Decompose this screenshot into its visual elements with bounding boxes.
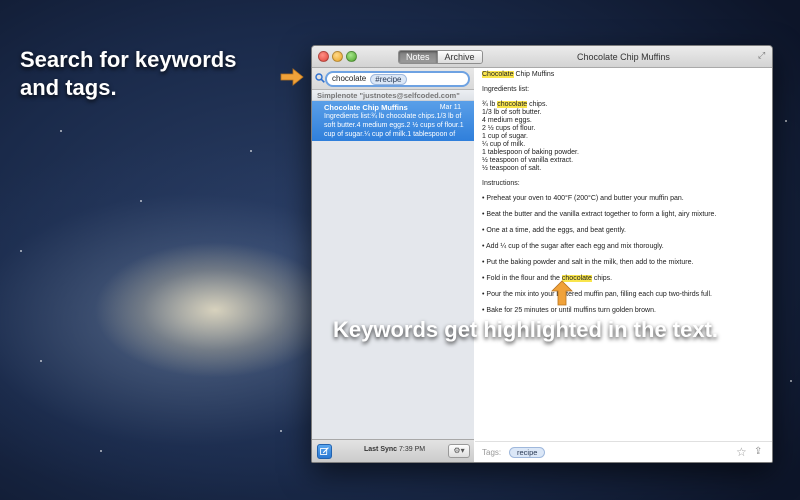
search-tag-token[interactable]: #recipe [370,73,407,85]
note-title-rest: Chip Muffins [513,71,555,78]
fullscreen-icon[interactable]: ⤢ [758,50,768,60]
star-dot [20,250,22,252]
promo-search-caption: Search for keywords and tags. [20,47,237,100]
ingredient-line: 4 medium eggs. [482,117,532,124]
tags-bar: Tags: recipe ☆ ⇪ [475,441,772,462]
instruction-step: Pour the mix into your buttered muffin p… [482,291,765,299]
keyword-highlight: Chocolate [482,71,514,78]
ingredient-line: 1/3 lb of soft butter. [482,109,542,116]
star-dot [790,380,792,382]
star-dot [250,150,252,152]
ingredient-line: ½ teaspoon of salt. [482,165,542,172]
ingredient-line: 2 ½ cups of flour. [482,125,536,132]
sidebar-footer: Last Sync 7:39 PM ⚙▾ [312,439,474,462]
instruction-step: One at a time, add the eggs, and beat ge… [482,227,765,235]
star-dot [280,430,282,432]
ingredients-list: ¾ lb chocolate chips. 1/3 lb of soft but… [482,101,765,173]
instructions-heading: Instructions: [482,180,520,187]
new-note-icon [320,447,329,455]
last-sync-label: Last Sync [364,446,398,453]
star-dot [785,120,787,122]
account-header: Simplenote "justnotes@selfcoded.com" [312,90,474,101]
ingredient-text: ¾ lb [482,101,498,108]
tab-notes[interactable]: Notes [399,51,437,63]
last-sync-time: 7:39 PM [399,446,426,453]
note-title-line: Chocolate Chip Muffins [482,71,765,79]
close-window-button[interactable] [318,51,329,62]
star-dot [60,130,62,132]
ingredient-line: 1 tablespoon of baking powder. [482,149,579,156]
tag-token[interactable]: recipe [509,447,546,458]
notes-list: Simplenote "justnotes@selfcoded.com" Cho… [312,90,474,439]
new-note-button[interactable] [317,444,332,459]
instruction-step: Beat the butter and the vanilla extract … [482,211,765,219]
zoom-window-button[interactable] [346,51,357,62]
search-bar: chocolate #recipe [312,68,474,90]
ingredient-line: ½ teaspoon of vanilla extract. [482,157,574,164]
window-note-title: Chocolate Chip Muffins [577,52,670,62]
instruction-step: Bake for 25 minutes or until muffins tur… [482,307,765,315]
list-item[interactable]: Chocolate Chip Muffins Mar 11 Ingredient… [312,101,474,141]
last-sync-status: Last Sync 7:39 PM [364,446,425,453]
note-item-date: Mar 11 [439,104,461,111]
ingredient-line: 1 cup of sugar. [482,133,528,140]
star-dot [140,200,142,202]
arrow-pointer-icon [280,68,304,86]
share-icon[interactable]: ⇪ [754,446,762,457]
instruction-step: Preheat your oven to 400°F (200°C) and b… [482,195,765,203]
instruction-step: Put the baking powder and salt in the mi… [482,259,765,267]
search-icon [315,73,325,83]
note-editor[interactable]: Chocolate Chip Muffins Ingredients list:… [475,68,772,441]
search-input[interactable]: chocolate #recipe [325,71,470,87]
ingredient-text: chips. [527,101,548,108]
keyword-highlight: chocolate [497,101,528,108]
ingredients-heading: Ingredients list: [482,86,530,93]
star-icon[interactable]: ☆ [736,445,747,459]
gear-icon: ⚙▾ [453,446,465,455]
instruction-step: Add ¼ cup of the sugar after each egg an… [482,243,765,251]
ingredient-line: ¾ lb chocolate chips. [482,101,765,109]
ingredient-line: ¼ cup of milk. [482,141,526,148]
instruction-step: Fold in the flour and the chocolate chip… [482,275,765,283]
minimize-window-button[interactable] [332,51,343,62]
star-dot [100,450,102,452]
settings-button[interactable]: ⚙▾ [448,444,470,458]
promo-highlight-caption: Keywords get highlighted in the text. [333,317,719,342]
search-query-text: chocolate [332,74,367,83]
star-dot [40,360,42,362]
notes-archive-toggle: Notes Archive [398,50,483,64]
step-text: chips. [591,275,613,282]
tags-label: Tags: [482,448,502,457]
arrow-pointer-icon [551,280,573,306]
app-window: Notes Archive Chocolate Chip Muffins ⤢ c… [311,45,773,463]
note-item-preview: Ingredients list:¾ lb chocolate chips.1/… [324,113,464,138]
